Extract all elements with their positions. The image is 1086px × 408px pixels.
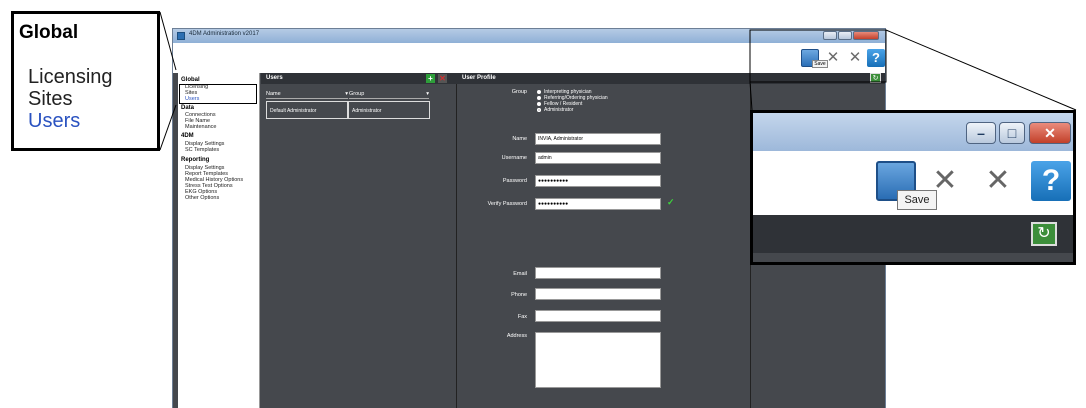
callout-refresh-icon: ↻ [1031,222,1057,246]
callout-line [749,81,753,111]
callout-title-bar: – □ ✕ [753,113,1073,151]
callout-heading-global: Global [19,22,79,43]
callout-maximize-icon: □ [999,122,1025,144]
callout-save-tooltip: Save [897,190,937,210]
callout-settings-tools-icon: ✕ [985,164,1011,197]
callout-item-licensing: Licensing [28,66,113,88]
zoom-callout-nav: Global Licensing Sites Users [11,11,160,151]
callout-minimize-icon: – [966,122,996,144]
callout-source-box [749,29,887,83]
callout-line [159,11,177,71]
callout-line [159,104,177,151]
callout-line [885,29,1077,111]
callout-help-icon: ? [1031,161,1071,201]
zoom-callout-toolbar: – □ ✕ ✕ ✕ ? Save ↻ [750,110,1076,265]
callout-item-users: Users [28,110,81,132]
callout-close-icon: ✕ [1029,122,1071,144]
callout-dark-area: ↻ [753,215,1073,262]
callout-pane-header: ↻ [753,215,1073,253]
callout-item-sites: Sites [28,88,73,110]
